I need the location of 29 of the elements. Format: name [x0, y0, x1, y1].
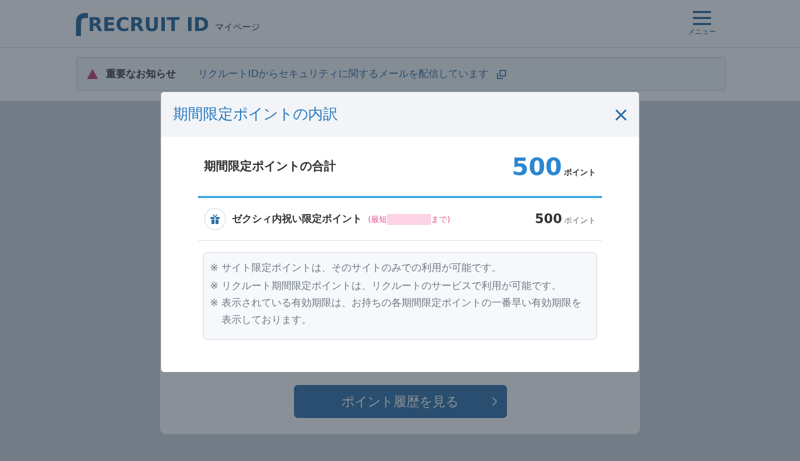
note-text: 表示されている有効期限は、お持ちの各期間限定ポイントの一番早い有効期限を表示しております。 — [221, 296, 582, 328]
total-label: 期間限定ポイントの合計 — [204, 158, 336, 175]
page-subtitle: マイページ — [215, 22, 260, 34]
modal-title: 期間限定ポイントの内訳 — [173, 105, 338, 124]
total-points: 500 — [512, 152, 562, 180]
note-mark: ※ — [210, 297, 218, 311]
logo-swoosh-icon — [74, 12, 88, 36]
warning-icon — [87, 69, 98, 79]
expiry-suffix: まで) — [431, 214, 450, 224]
menu-icon — [693, 10, 711, 24]
note-mark: ※ — [210, 262, 218, 276]
external-link-icon — [496, 70, 506, 78]
expiry-prefix: (最短 — [368, 214, 388, 224]
points-unit: ポイント — [564, 214, 596, 226]
point-name: ゼクシィ内祝い限定ポイント — [232, 212, 362, 226]
notice-label: 重要なお知らせ — [106, 68, 176, 81]
notice-link[interactable]: リクルートIDからセキュリティに関するメールを配信しています — [198, 67, 489, 81]
close-icon — [615, 108, 627, 120]
history-button[interactable]: ポイント履歴を見る — [294, 385, 506, 418]
note-text: リクルート期間限定ポイントは、リクルートのサービスで利用が可能です。 — [221, 280, 562, 294]
point-value: 500 — [534, 212, 562, 226]
logo-text: RECRUIT ID — [88, 14, 210, 36]
redacted-date — [387, 214, 432, 224]
chevron-right-icon — [492, 397, 496, 406]
points-unit: ポイント — [564, 166, 596, 178]
note-text: サイト限定ポイントは、そのサイトのみでの利用が可能です。 — [221, 262, 502, 276]
note-mark: ※ — [210, 280, 218, 294]
close-button[interactable] — [615, 108, 627, 120]
gift-icon — [204, 208, 226, 230]
